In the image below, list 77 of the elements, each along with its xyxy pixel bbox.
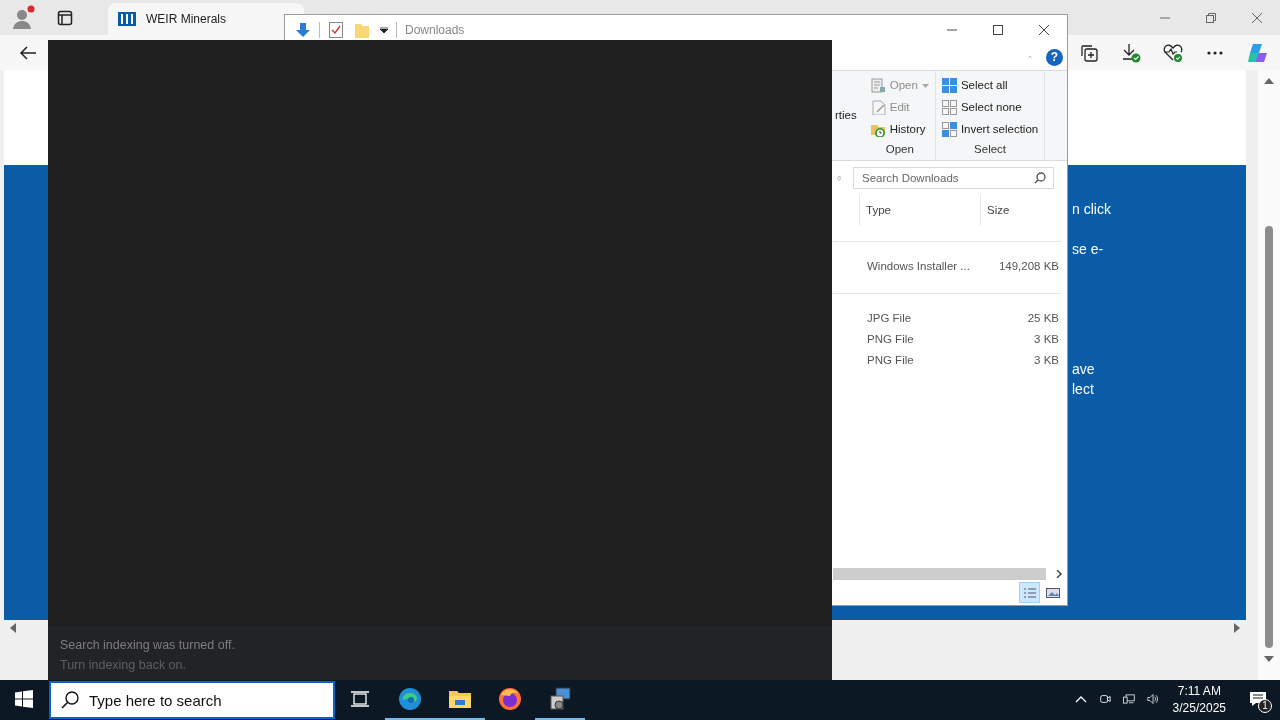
browser-tab[interactable]: WEIR Minerals xyxy=(108,3,304,35)
collections-icon xyxy=(1080,43,1098,62)
search-icon xyxy=(61,691,79,709)
search-icon xyxy=(1034,172,1046,184)
ribbon-button-label: rties xyxy=(835,107,857,123)
notice-text: Search indexing was turned off. xyxy=(60,637,236,654)
pencil-document-icon xyxy=(870,100,886,116)
close-icon xyxy=(1251,11,1263,24)
ribbon-button[interactable]: History xyxy=(868,118,931,141)
folder-icon xyxy=(355,21,369,38)
tiles-view-icon xyxy=(1045,586,1060,599)
scrollbar-thumb[interactable] xyxy=(1265,226,1273,648)
ribbon-group-label: Select xyxy=(973,141,1008,157)
details-view-icon xyxy=(1022,586,1037,599)
vertical-scrollbar[interactable] xyxy=(1258,70,1280,680)
table-cell-text: 3 KB xyxy=(1033,331,1059,347)
table-cell-text: 3 KB xyxy=(1033,352,1059,368)
search-field[interactable]: Search Downloads xyxy=(853,167,1054,189)
notifications-button[interactable]: 1 xyxy=(1236,680,1280,720)
clock[interactable]: 7:11 AM 3/25/2025 xyxy=(1172,683,1226,717)
camera-icon xyxy=(1098,692,1111,706)
ribbon-button[interactable]: Invert selection xyxy=(939,118,1041,141)
column-header[interactable]: Type xyxy=(859,195,980,225)
caret-icon xyxy=(380,26,388,33)
edge-icon xyxy=(398,687,422,711)
restore-icon xyxy=(1205,11,1217,24)
speaker-icon xyxy=(1146,692,1159,706)
scroll-right-icon xyxy=(1056,569,1062,578)
notification-badge: 1 xyxy=(1258,699,1272,713)
taskbar-search-field[interactable]: Type here to search xyxy=(49,681,335,719)
page-text: lect xyxy=(1072,380,1095,399)
table-cell-text: JPG File xyxy=(867,310,913,326)
dropdown-caret-icon xyxy=(921,83,929,88)
scroll-right-icon[interactable] xyxy=(1234,623,1240,633)
network-icon xyxy=(1122,692,1135,706)
column-header[interactable]: Size xyxy=(980,195,1059,225)
table-cell-text: Windows Installer ... xyxy=(867,258,971,274)
down-arrow-icon xyxy=(295,21,311,38)
scrollbar-track[interactable] xyxy=(833,567,1046,580)
checklist-icon xyxy=(329,21,343,38)
copilot-icon xyxy=(1246,41,1268,64)
person-icon xyxy=(10,4,36,31)
page-text: se e- xyxy=(1072,240,1105,259)
document-icon xyxy=(870,78,886,94)
table-cell-text: 25 KB xyxy=(1026,310,1059,326)
heart-pulse-icon xyxy=(1162,42,1184,63)
scroll-up-icon xyxy=(1264,78,1274,84)
ribbon-button[interactable]: Select all xyxy=(939,75,1041,97)
clock-date: 3/25/2025 xyxy=(1172,700,1226,717)
close-icon xyxy=(1038,23,1050,36)
empty-grid-icon xyxy=(941,100,957,116)
clock-time: 7:11 AM xyxy=(1176,683,1222,700)
grid-icon xyxy=(941,78,957,94)
help-button[interactable]: ? xyxy=(1046,48,1063,66)
page-text: n click xyxy=(1072,200,1112,219)
folder-clock-icon xyxy=(870,122,886,138)
page-text: ave xyxy=(1072,360,1096,379)
maximize-icon xyxy=(992,23,1004,36)
chevron-up-icon xyxy=(1074,695,1087,703)
download-icon xyxy=(1121,42,1141,63)
table-cell-text: 149,208 KB xyxy=(997,258,1059,274)
table-cell-text: PNG File xyxy=(867,331,915,347)
window-title: Downloads xyxy=(405,21,465,39)
table-cell-text: PNG File xyxy=(867,352,915,368)
scroll-down-icon xyxy=(1264,656,1274,662)
ribbon-group-label: Open xyxy=(884,141,915,157)
half-grid-icon xyxy=(941,122,957,138)
site-logo-icon xyxy=(118,12,136,26)
back-arrow-icon xyxy=(19,44,37,61)
windows-logo-icon xyxy=(15,690,33,708)
more-icon xyxy=(1207,50,1223,55)
installer-icon xyxy=(548,687,572,711)
scroll-left-icon[interactable] xyxy=(10,623,16,633)
ribbon-button[interactable]: Select none xyxy=(939,96,1041,119)
task-view-icon xyxy=(351,691,369,707)
tab-icon xyxy=(57,9,73,26)
fox-globe-icon xyxy=(498,687,522,711)
